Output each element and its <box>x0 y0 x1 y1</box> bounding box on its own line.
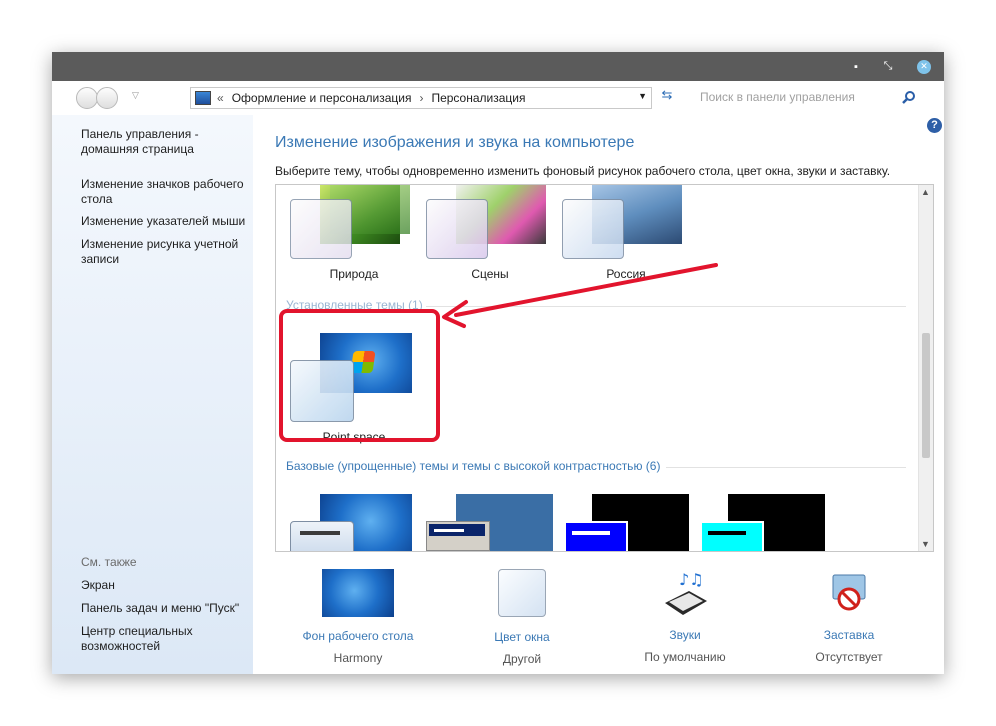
annotation-arrow <box>442 263 718 328</box>
